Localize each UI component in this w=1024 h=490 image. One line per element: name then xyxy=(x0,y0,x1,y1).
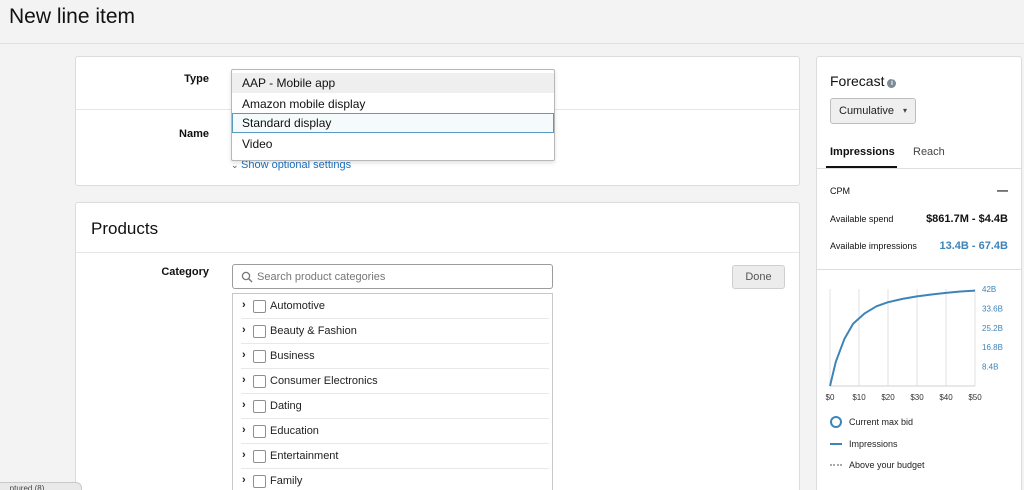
category-row-family[interactable]: › Family xyxy=(233,469,552,490)
category-checkbox[interactable] xyxy=(253,425,266,438)
line-marker-icon xyxy=(830,443,842,445)
y-tick-label: 33.6B xyxy=(982,304,1003,313)
forecast-title: Forecast i xyxy=(830,73,897,89)
category-search-input[interactable] xyxy=(257,268,547,286)
category-label-text: Beauty & Fashion xyxy=(270,325,357,337)
chevron-right-icon[interactable]: › xyxy=(242,424,246,436)
page-header: New line item xyxy=(0,0,1024,44)
category-row-education[interactable]: › Education xyxy=(233,419,552,444)
available-impressions-value: 13.4B - 67.4B xyxy=(939,240,1008,252)
dotted-line-marker-icon xyxy=(830,464,842,466)
available-impressions-row: Available impressions 13.4B - 67.4B xyxy=(830,240,1008,252)
category-checkbox[interactable] xyxy=(253,350,266,363)
available-spend-row: Available spend $861.7M - $4.4B xyxy=(830,213,1008,225)
chevron-down-icon: ▾ xyxy=(902,106,907,115)
circle-marker-icon xyxy=(830,416,842,428)
y-tick-label: 16.8B xyxy=(982,343,1003,352)
type-option-video[interactable]: Video xyxy=(232,134,554,154)
category-checkbox[interactable] xyxy=(253,450,266,463)
chevron-right-icon[interactable]: › xyxy=(242,374,246,386)
chevron-right-icon[interactable]: › xyxy=(242,299,246,311)
forecast-mode-select[interactable]: Cumulative ▾ xyxy=(830,98,916,124)
legend-label: Impressions xyxy=(849,439,898,449)
category-label-text: Automotive xyxy=(270,300,326,312)
chevron-right-icon[interactable]: › xyxy=(242,349,246,361)
cpm-value: — xyxy=(997,185,1008,197)
y-tick-label: 8.4B xyxy=(982,363,998,372)
chevron-right-icon[interactable]: › xyxy=(242,324,246,336)
category-row-consumer-electronics[interactable]: › Consumer Electronics xyxy=(233,369,552,394)
category-label-text: Consumer Electronics xyxy=(270,375,378,387)
type-option-aap-mobile-app[interactable]: AAP - Mobile app xyxy=(232,73,554,93)
x-tick-label: $50 xyxy=(968,393,982,402)
chevron-right-icon[interactable]: › xyxy=(242,449,246,461)
category-row-automotive[interactable]: › Automotive xyxy=(233,294,552,319)
legend-label: Above your budget xyxy=(849,460,925,470)
category-checkbox[interactable] xyxy=(253,300,266,313)
type-option-standard-display[interactable]: Standard display xyxy=(232,113,554,133)
category-label-text: Entertainment xyxy=(270,450,339,462)
category-checkbox[interactable] xyxy=(253,325,266,338)
divider xyxy=(76,252,799,253)
name-label: Name xyxy=(179,128,209,140)
category-checkbox[interactable] xyxy=(253,475,266,488)
tab-reach[interactable]: Reach xyxy=(913,146,945,158)
type-label: Type xyxy=(184,73,209,85)
cpm-row: CPM — xyxy=(830,185,1008,197)
legend-label: Current max bid xyxy=(849,417,914,427)
x-tick-label: $10 xyxy=(852,393,866,402)
category-search-box[interactable] xyxy=(232,264,553,289)
y-tick-label: 25.2B xyxy=(982,324,1003,333)
chevron-right-icon[interactable]: › xyxy=(242,399,246,411)
category-checkbox[interactable] xyxy=(253,400,266,413)
done-button[interactable]: Done xyxy=(732,265,785,289)
impressions-series-line xyxy=(829,289,976,387)
available-spend-label: Available spend xyxy=(830,214,894,224)
category-label-text: Dating xyxy=(270,400,302,412)
tab-divider xyxy=(817,168,1021,169)
forecast-mode-value: Cumulative xyxy=(839,105,895,117)
type-dropdown-menu[interactable]: AAP - Mobile app Amazon mobile display S… xyxy=(231,69,555,161)
forecast-panel: Forecast i Cumulative ▾ Impressions Reach… xyxy=(816,56,1022,490)
x-tick-label: $30 xyxy=(910,393,924,402)
category-label-text: Education xyxy=(270,425,319,437)
x-tick-label: $0 xyxy=(826,393,835,402)
forecast-chart: $0 $10 $20 $30 $40 $50 42B 33.6B 25.2B 16.8B 8.4B xyxy=(817,277,1021,407)
category-row-business[interactable]: › Business xyxy=(233,344,552,369)
cpm-label: CPM xyxy=(830,186,850,196)
category-label-text: Family xyxy=(270,475,303,487)
category-list: › Automotive › Beauty & Fashion › Busine… xyxy=(232,293,553,490)
chevron-down-icon: ⌄ xyxy=(231,160,239,170)
category-checkbox[interactable] xyxy=(253,375,266,388)
category-label-text: Business xyxy=(270,350,315,362)
forecast-chart-svg: $0 $10 $20 $30 $40 $50 42B 33.6B 25.2B 16.8B 8.4B xyxy=(826,285,1003,402)
category-row-beauty-fashion[interactable]: › Beauty & Fashion xyxy=(233,319,552,344)
page-title: New line item xyxy=(9,5,136,28)
bottom-tab[interactable]: ...ptured (8) xyxy=(0,482,82,490)
chevron-right-icon[interactable]: › xyxy=(242,474,246,486)
category-label: Category xyxy=(161,266,209,278)
y-tick-label: 42B xyxy=(982,285,996,294)
divider xyxy=(817,269,1021,270)
products-title: Products xyxy=(91,219,159,238)
search-icon xyxy=(241,271,253,283)
info-icon[interactable]: i xyxy=(887,79,897,88)
available-spend-value: $861.7M - $4.4B xyxy=(926,213,1008,225)
category-row-entertainment[interactable]: › Entertainment xyxy=(233,444,552,469)
x-tick-label: $20 xyxy=(881,393,895,402)
x-tick-label: $40 xyxy=(939,393,953,402)
available-impressions-label: Available impressions xyxy=(830,241,917,251)
tab-impressions[interactable]: Impressions xyxy=(830,146,895,158)
forecast-title-text: Forecast xyxy=(830,73,885,89)
type-option-amazon-mobile-display[interactable]: Amazon mobile display xyxy=(232,94,554,114)
category-row-dating[interactable]: › Dating xyxy=(233,394,552,419)
